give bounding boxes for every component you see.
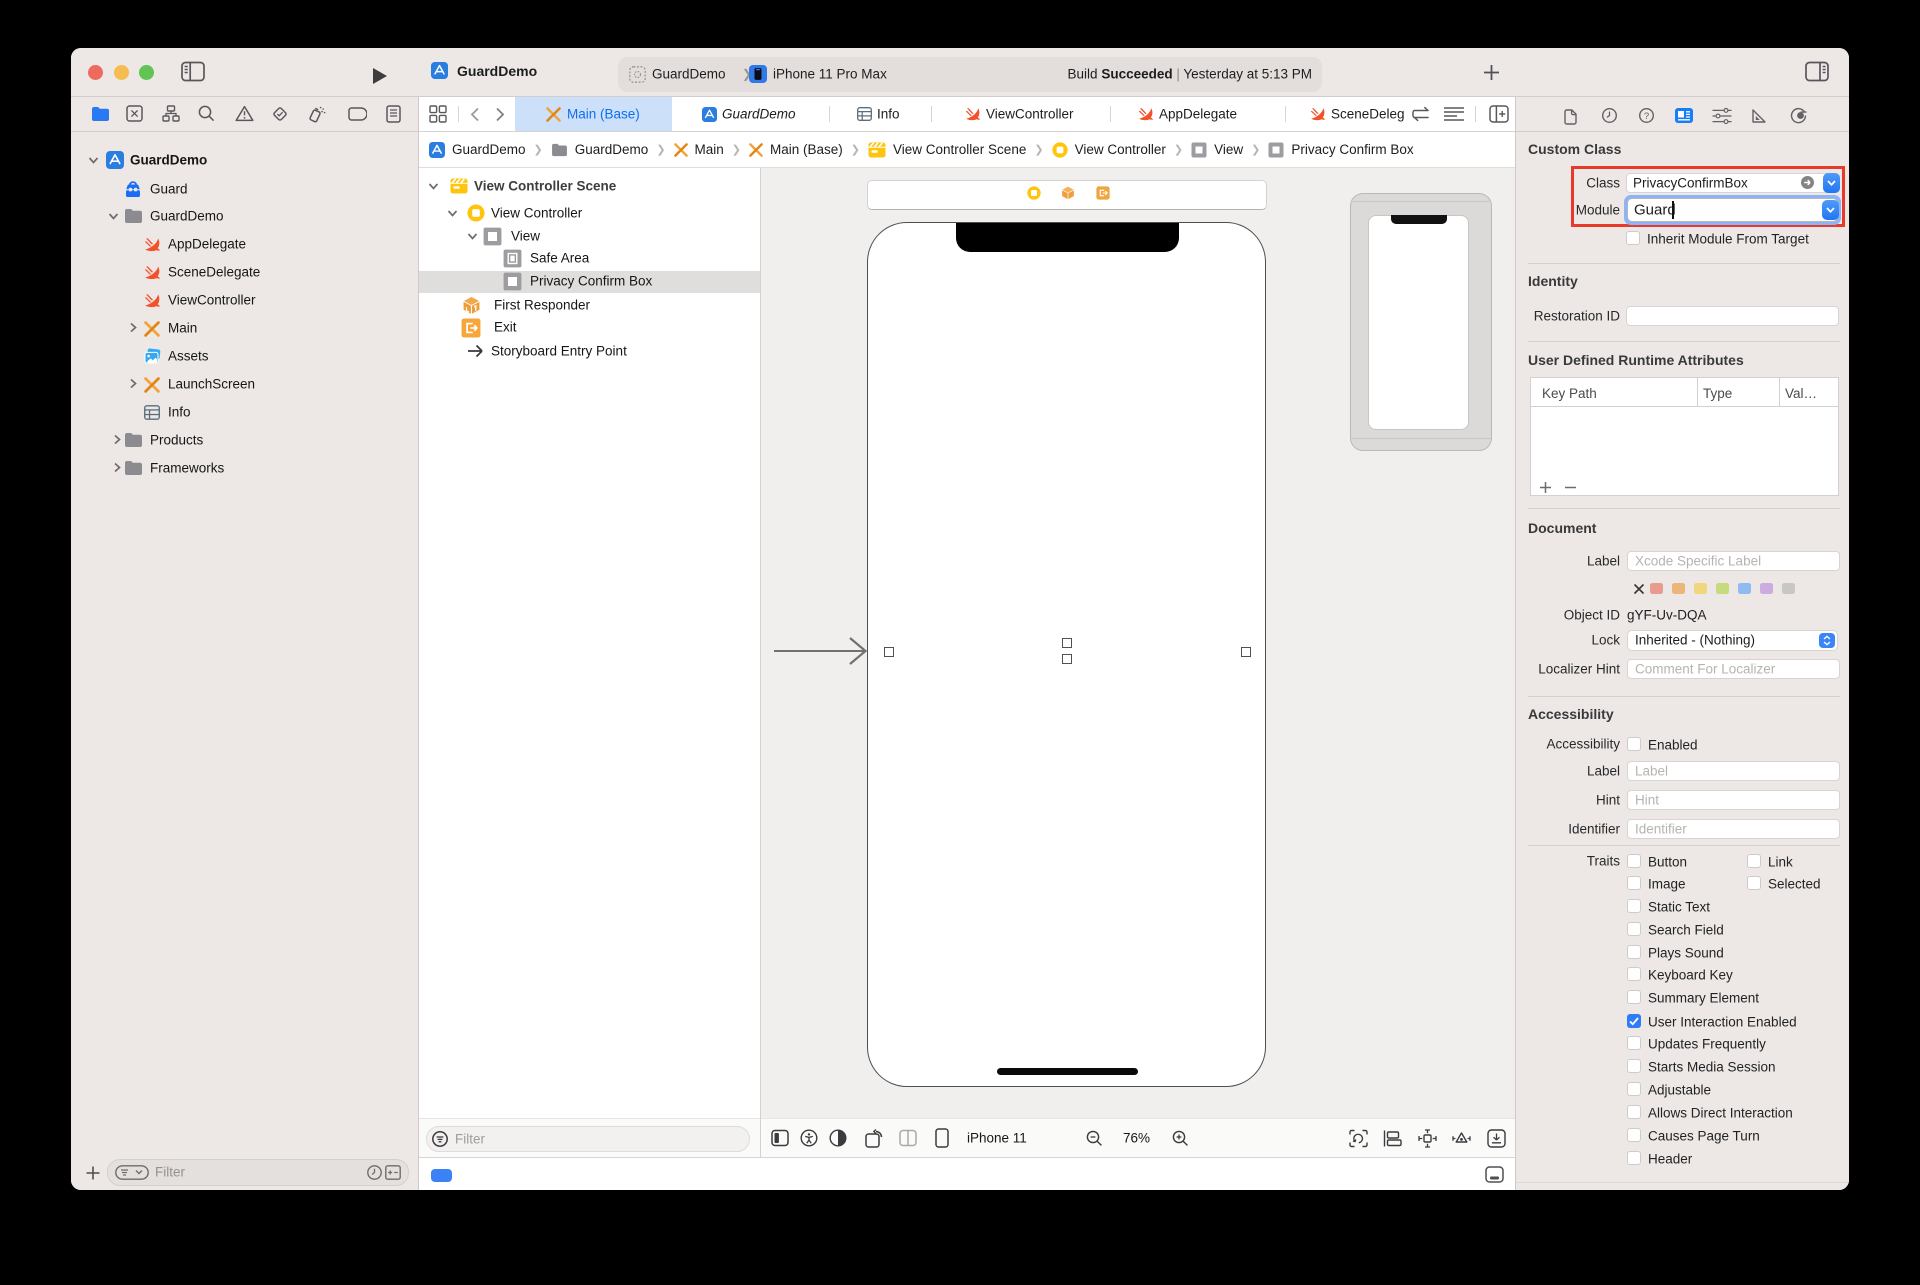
svg-text:?: ?	[1644, 111, 1649, 122]
